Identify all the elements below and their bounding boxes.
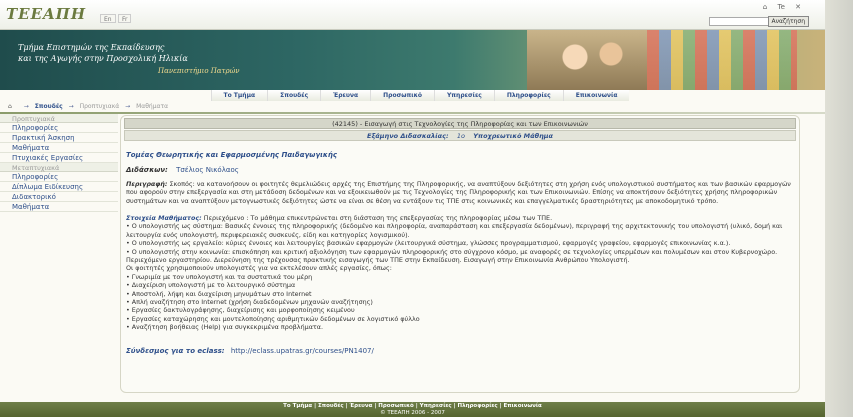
teachers-label: Διδάσκων:	[126, 166, 168, 174]
breadcrumb-studies[interactable]: Σπουδές	[35, 103, 63, 110]
footer-copyright: © ΤΕΕΑΠΗ 2006 - 2007	[380, 410, 445, 416]
sidebar-item-ug-theses[interactable]: Πτυχιακές Εργασίες	[0, 153, 118, 163]
banner-photo	[527, 30, 647, 90]
main-nav: Το Τμήμα Σπουδές Έρευνα Προσωπικό Υπηρεσ…	[140, 90, 700, 101]
footer: Το Τμήμα | Σπουδές | Έρευνα | Προσωπικό …	[0, 402, 825, 417]
course-sector: Τομέας Θεωρητικής και Εφαρμοσμένης Παιδα…	[126, 151, 337, 159]
sidebar-head-undergrad[interactable]: Προπτυχιακά	[0, 114, 118, 123]
lang-fr-button[interactable]: Fr	[118, 14, 132, 23]
nav-item-studies[interactable]: Σπουδές	[267, 90, 321, 101]
content-intro-line: Στοιχεία Μαθήματος: Περιεχόμενο : Το μάθ…	[126, 214, 791, 222]
banner-artwork	[647, 30, 797, 90]
content-line: • Αναζήτηση βοήθειας (Help) για συγκεκρι…	[126, 323, 324, 332]
close-icon[interactable]: ✕	[795, 3, 801, 11]
sidebar-item-pg-diploma[interactable]: Δίπλωμα Ειδίκευσης	[0, 182, 118, 192]
content-line: Οι φοιτητές χρησιμοποιούν υπολογιστές γι…	[126, 264, 392, 273]
sidebar-item-pg-phd[interactable]: Διδακτορικό	[0, 192, 118, 202]
teacher-link[interactable]: Τσέλιος Νικόλαος	[176, 166, 239, 174]
content-line: • Γνωριμία με τον υπολογιστή και τα συστ…	[126, 272, 313, 281]
eclass-section: Σύνδεσμος για το eclass: http://eclass.u…	[126, 347, 374, 355]
course-description: Περιγραφή: Σκοπός: να κατανοήσουν οι φοι…	[126, 180, 791, 205]
lang-en-button[interactable]: En	[100, 14, 116, 23]
breadcrumb-separator: →	[23, 103, 29, 110]
course-type: Υποχρεωτικό Μάθημα	[473, 132, 553, 140]
content-line: Περιεχόμενο εργαστηρίου. Διερεύνηση της …	[126, 256, 630, 265]
content-line: • Ο υπολογιστής ως εργαλείο: κύριες έννο…	[126, 239, 731, 248]
toolbar-icons: ⌂ Te ✕	[755, 3, 801, 11]
sidebar-head-postgrad[interactable]: Μεταπτυχιακά	[0, 163, 118, 172]
content-line: • Διαχείριση υπολογιστή με το λειτουργικ…	[126, 281, 296, 290]
breadcrumb: ⌂ → Σπουδές → Προπτυχιακά → Μαθήματα	[8, 103, 708, 112]
course-content: Στοιχεία Μαθήματος: Περιεχόμενο : Το μάθ…	[126, 214, 791, 332]
sidebar-item-ug-practice[interactable]: Πρακτική Άσκηση	[0, 133, 118, 143]
breadcrumb-courses[interactable]: Μαθήματα	[136, 103, 168, 110]
course-semester-bar: Εξάμηνο Διδασκαλίας: 1ο Υποχρεωτικό Μάθη…	[124, 130, 796, 141]
breadcrumb-separator: →	[68, 103, 74, 110]
content-line: • Απλή αναζήτηση στο Internet (χρήση δια…	[126, 298, 373, 307]
footer-links[interactable]: Το Τμήμα | Σπουδές | Έρευνα | Προσωπικό …	[0, 403, 825, 410]
content-intro: Περιεχόμενο : Το μάθημα επικεντρώνεται σ…	[203, 214, 553, 222]
breadcrumb-home-icon[interactable]: ⌂	[8, 103, 12, 110]
banner-university: Πανεπιστήμιο Πατρών	[158, 67, 240, 75]
course-title: (42145) - Εισαγωγή στις Τεχνολογίες της …	[124, 118, 796, 129]
banner: Τμήμα Επιστημών της Εκπαίδευσης και της …	[0, 30, 825, 90]
nav-item-contact[interactable]: Επικοινωνία	[562, 90, 630, 101]
search-button[interactable]: Αναζήτηση	[767, 16, 809, 27]
eclass-label: Σύνδεσμος για το eclass:	[126, 347, 225, 355]
home-icon[interactable]: ⌂	[763, 3, 767, 11]
sidebar-item-ug-info[interactable]: Πληροφορίες	[0, 123, 118, 133]
banner-title-line1: Τμήμα Επιστημών της Εκπαίδευσης	[18, 43, 165, 52]
sidebar-item-pg-courses[interactable]: Μαθήματα	[0, 202, 118, 212]
sidebar-item-ug-courses[interactable]: Μαθήματα	[0, 143, 118, 153]
sidebar-item-pg-info[interactable]: Πληροφορίες	[0, 172, 118, 182]
breadcrumb-separator: →	[125, 103, 131, 110]
semester-label: Εξάμηνο Διδασκαλίας:	[367, 132, 449, 140]
desc-text: Σκοπός: να κατανοήσουν οι φοιτητές θεμελ…	[126, 180, 791, 205]
breadcrumb-divider	[0, 112, 825, 114]
nav-item-staff[interactable]: Προσωπικό	[370, 90, 434, 101]
course-teachers: Διδάσκων: Τσέλιος Νικόλαος	[126, 166, 239, 174]
eclass-link[interactable]: http://eclass.upatras.gr/courses/PN1407/	[231, 347, 374, 355]
nav-item-research[interactable]: Έρευνα	[320, 90, 371, 101]
content-label: Στοιχεία Μαθήματος:	[126, 214, 202, 222]
page-edge	[825, 0, 853, 417]
semester-value: 1ο	[456, 132, 465, 140]
site-logo[interactable]: ΤΕΕΑΠΗ	[6, 5, 86, 23]
nav-item-department[interactable]: Το Τμήμα	[210, 90, 268, 101]
nav-item-info[interactable]: Πληροφορίες	[493, 90, 563, 101]
content-line: • Ο υπολογιστής στην κοινωνία: επισκόπησ…	[126, 247, 778, 256]
sidebar: Προπτυχιακά Πληροφορίες Πρακτική Άσκηση …	[0, 114, 118, 212]
desc-label: Περιγραφή:	[126, 180, 168, 188]
content-line: • Ο υπολογιστής ως σύστημα: Βασικές έννο…	[126, 222, 783, 239]
top-bar: ΤΕΕΑΠΗ En Fr ⌂ Te ✕ Αναζήτηση	[0, 0, 825, 30]
nav-item-services[interactable]: Υπηρεσίες	[433, 90, 494, 101]
content-line: • Εργασίες καταχώρησης και μοντελοποίηση…	[126, 314, 420, 323]
text-size-icon[interactable]: Te	[777, 3, 784, 11]
breadcrumb-undergrad[interactable]: Προπτυχιακά	[80, 103, 120, 110]
banner-title-line2: και της Αγωγής στην Προσχολική Ηλικία	[18, 54, 188, 63]
content-line: • Εργασίες δακτυλογράφησης, διαχείρισης …	[126, 306, 355, 315]
content-line: • Αποστολή, λήψη και διαχείριση μηνυμάτω…	[126, 289, 312, 298]
